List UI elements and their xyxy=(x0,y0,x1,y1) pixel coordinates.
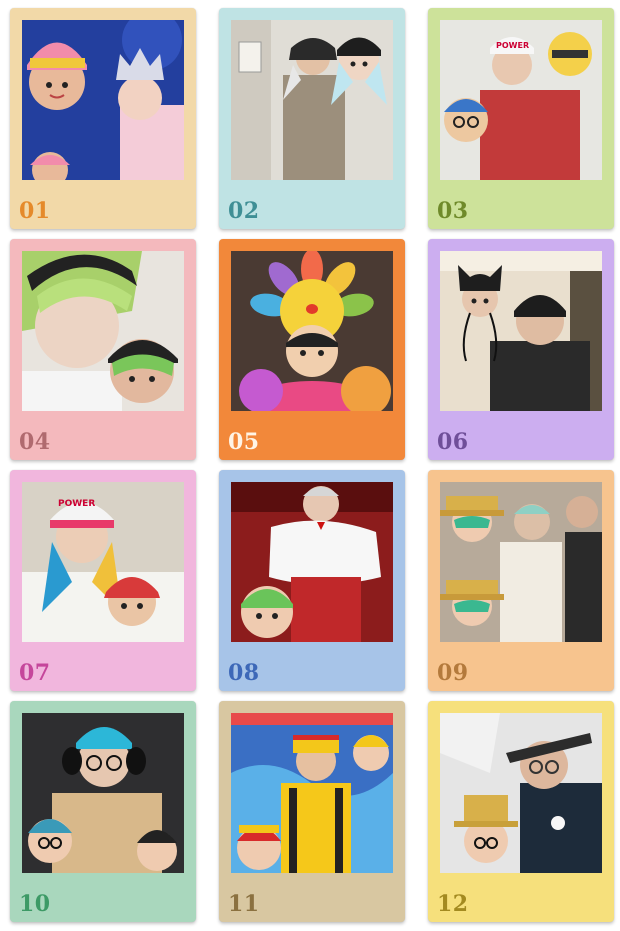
polaroid-card-01: 01 xyxy=(10,8,196,229)
polaroid-card-02: 02 xyxy=(219,8,405,229)
photo-cat-beanie-doll xyxy=(440,251,602,411)
card-number: 08 xyxy=(228,660,260,686)
card-number: 01 xyxy=(19,198,51,224)
card-number: 04 xyxy=(19,429,51,455)
polaroid-card-07: POWER 07 xyxy=(10,470,196,691)
card-number: 11 xyxy=(228,891,260,917)
photo-straw-hat-dolls xyxy=(440,482,602,642)
card-number: 12 xyxy=(437,891,469,917)
polaroid-grid: 01 02 POWER 03 04 05 06 POWER 07 08 09 1… xyxy=(10,8,614,924)
polaroid-card-12: 12 xyxy=(428,701,614,922)
card-number: 05 xyxy=(228,429,260,455)
card-number: 06 xyxy=(437,429,469,455)
polaroid-card-05: 05 xyxy=(219,239,405,460)
photo-crochet-crown-doll xyxy=(22,20,184,180)
card-number: 09 xyxy=(437,660,469,686)
photo-crochet-flower-doll xyxy=(231,251,393,411)
polaroid-card-09: 09 xyxy=(428,470,614,691)
polaroid-card-10: 10 xyxy=(10,701,196,922)
photo-earmuff-doll xyxy=(22,713,184,873)
polaroid-card-06: 06 xyxy=(428,239,614,460)
photo-yellow-tracksuit-doll xyxy=(231,713,393,873)
polaroid-card-04: 04 xyxy=(10,239,196,460)
photo-bucket-hat-doll: POWER xyxy=(22,482,184,642)
polaroid-card-03: POWER 03 xyxy=(428,8,614,229)
photo-top-hat-doll xyxy=(440,713,602,873)
card-number: 07 xyxy=(19,660,51,686)
card-number: 10 xyxy=(19,891,51,917)
card-number: 02 xyxy=(228,198,260,224)
polaroid-card-08: 08 xyxy=(219,470,405,691)
svg-text:POWER: POWER xyxy=(496,41,529,50)
card-number: 03 xyxy=(437,198,469,224)
photo-stage-feather-doll xyxy=(231,482,393,642)
svg-text:POWER: POWER xyxy=(58,499,95,509)
photo-green-hair-doll xyxy=(22,251,184,411)
polaroid-card-11: 11 xyxy=(219,701,405,922)
photo-crochet-glasses-dolls: POWER xyxy=(440,20,602,180)
photo-crochet-cat-hat-dolls xyxy=(231,20,393,180)
